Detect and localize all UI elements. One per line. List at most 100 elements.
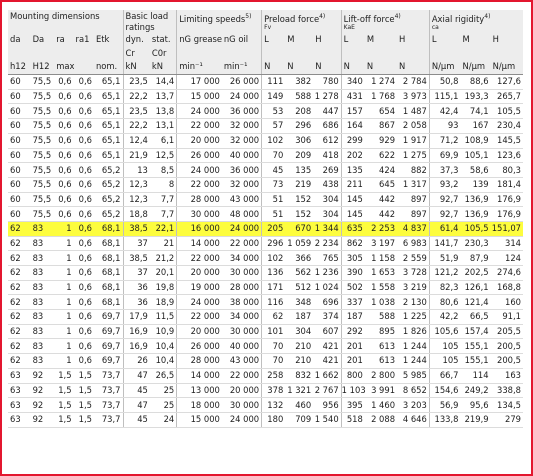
- table-cell: 16 000: [176, 221, 222, 237]
- table-cell: 0,6: [73, 221, 94, 237]
- table-cell: 102: [261, 250, 286, 266]
- table-cell: 20,1: [149, 265, 177, 281]
- table-container: Mounting dimensions Basic load ratings L…: [8, 10, 523, 428]
- table-cell: 18,8: [122, 206, 150, 222]
- table-cell: 38,5: [122, 250, 150, 266]
- table-cell: 62: [8, 353, 31, 369]
- table-cell: 124: [490, 250, 523, 266]
- col-unit-17: N/μm: [490, 60, 523, 76]
- table-cell: 2 234: [313, 236, 342, 252]
- table-cell: 219,9: [460, 412, 491, 428]
- table-cell: 0,6: [54, 162, 74, 178]
- table-cell: 36 000: [221, 103, 262, 120]
- table-row: 62 83 1 0,6 68,1 37 20,1 20 000 30 000 136 562 1 23…: [8, 265, 523, 281]
- table-cell: 65,1: [93, 103, 123, 120]
- table-cell: 1: [54, 353, 74, 369]
- col-symbol-9: L: [261, 33, 286, 47]
- table-row: 60 75,5 0,6 0,6 65,1 23,5 14,4 17 000 26 000 111 3…: [8, 74, 523, 90]
- table-cell: 68,1: [93, 236, 123, 252]
- preload-header: Preload force4) Fv: [261, 10, 342, 33]
- axial-symbol: ca: [431, 23, 439, 31]
- table-cell: 1,5: [73, 368, 94, 384]
- table-cell: 1: [54, 221, 74, 237]
- table-row: 60 75,5 0,6 0,6 65,1 12,4 6,1 20 000 32 000 102 30…: [8, 133, 523, 149]
- table-cell: 607: [313, 324, 342, 340]
- table-cell: 45: [122, 412, 150, 428]
- table-cell: 299: [340, 133, 365, 149]
- col-unit-2: max.: [54, 60, 74, 76]
- table-cell: 193,3: [460, 89, 491, 105]
- table-cell: 709: [285, 412, 314, 428]
- table-cell: 6 983: [397, 236, 430, 252]
- table-cell: 28 000: [176, 192, 222, 208]
- table-cell: 12,3: [122, 192, 150, 208]
- table-cell: 75,5: [30, 192, 55, 208]
- table-cell: 56,9: [428, 397, 461, 413]
- table-cell: 15 000: [176, 89, 222, 105]
- table-cell: 13 000: [176, 383, 222, 399]
- table-cell: 75,5: [30, 206, 55, 222]
- table-cell: 13,1: [149, 118, 177, 134]
- table-cell: 895: [364, 324, 398, 340]
- table-cell: 30 000: [221, 324, 262, 340]
- table-cell: 442: [364, 192, 398, 208]
- table-cell: 66,7: [428, 368, 461, 384]
- table-cell: 2 784: [397, 74, 430, 90]
- col-unit-text-4: nom.: [95, 61, 118, 72]
- bearing-table: Mounting dimensions Basic load ratings L…: [8, 10, 523, 428]
- table-cell: 95,6: [460, 397, 491, 413]
- table-cell: 168,8: [490, 280, 523, 296]
- table-cell: 780: [313, 74, 342, 90]
- table-cell: 60: [8, 74, 31, 90]
- col-unit-text-9: N: [264, 61, 271, 72]
- table-cell: 22 000: [176, 250, 222, 266]
- table-cell: 800: [340, 368, 365, 384]
- table-cell: 92: [30, 383, 55, 399]
- table-cell: 70: [261, 148, 286, 164]
- col-symbol-15: L: [428, 33, 461, 47]
- table-cell: 956: [313, 397, 342, 413]
- table-cell: 1 653: [364, 265, 398, 281]
- table-cell: 269: [313, 162, 342, 178]
- col-unit-text-15: N/μm: [431, 61, 455, 72]
- table-cell: 36: [122, 294, 150, 311]
- table-cell: 60: [8, 133, 31, 149]
- col-symbol-sub-16: [460, 46, 491, 61]
- table-cell: 65,2: [93, 206, 123, 222]
- table-cell: 210: [285, 338, 314, 355]
- table-cell: 73,7: [93, 383, 123, 399]
- table-cell: 562: [285, 265, 314, 281]
- table-cell: 17 000: [176, 74, 222, 90]
- table-cell: 22,1: [149, 221, 177, 237]
- table-cell: 92: [30, 397, 55, 413]
- table-cell: 2 088: [364, 412, 398, 428]
- table-cell: 24 000: [221, 89, 262, 105]
- col-symbol-sub-7: [176, 46, 222, 61]
- table-cell: 145: [340, 206, 365, 222]
- table-cell: 882: [397, 162, 430, 178]
- table-cell: 502: [340, 280, 365, 296]
- table-cell: 108,9: [460, 133, 491, 149]
- table-cell: 1: [54, 338, 74, 355]
- table-cell: 1 244: [397, 353, 430, 369]
- col-symbol-sub-2: [54, 46, 74, 61]
- table-cell: 176,9: [490, 192, 523, 208]
- table-cell: 24 000: [221, 412, 262, 428]
- table-cell: 1,5: [73, 383, 94, 399]
- table-cell: 265,7: [490, 89, 523, 105]
- col-unit-text-11: N: [315, 61, 322, 72]
- table-cell: 37,3: [428, 162, 461, 178]
- table-cell: 0,6: [54, 118, 74, 134]
- table-cell: 180: [261, 412, 286, 428]
- table-row: 60 75,5 0,6 0,6 65,2 12,3 8 22 000 32 000 73 219 43…: [8, 177, 523, 193]
- table-cell: 145,5: [490, 133, 523, 149]
- table-cell: 68,1: [93, 265, 123, 281]
- table-cell: 121,2: [428, 265, 461, 281]
- table-cell: 45: [261, 162, 286, 178]
- table-cell: 2 130: [397, 294, 430, 311]
- table-cell: 151,07: [490, 221, 523, 237]
- col-symbol-sub-14: [397, 46, 430, 61]
- col-symbol-11: H: [313, 33, 342, 47]
- table-cell: 421: [313, 338, 342, 355]
- table-cell: 518: [340, 412, 365, 428]
